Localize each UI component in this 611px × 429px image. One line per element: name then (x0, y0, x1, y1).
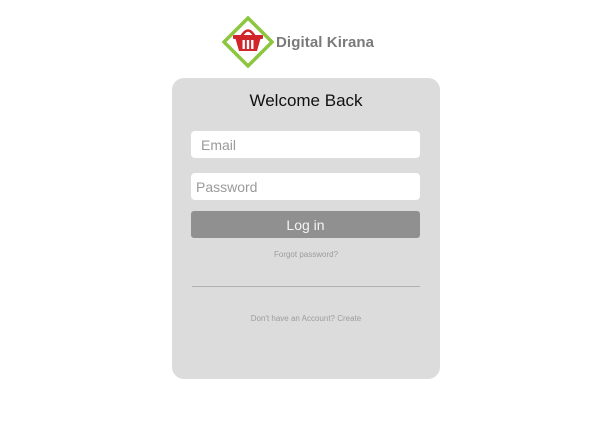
login-page: Digital Kirana Welcome Back Log in Forgo… (0, 0, 611, 429)
login-button[interactable]: Log in (191, 211, 420, 238)
signup-prompt: Don't have an Account? Create (172, 314, 440, 323)
login-card: Welcome Back Log in Forgot password? Don… (172, 78, 440, 379)
signup-prompt-text: Don't have an Account? (250, 314, 335, 323)
basket-diamond-logo-icon (222, 16, 274, 68)
create-account-link[interactable]: Create (337, 314, 361, 323)
brand-header: Digital Kirana (222, 16, 374, 68)
brand-name: Digital Kirana (276, 33, 375, 51)
welcome-title: Welcome Back (249, 91, 363, 110)
divider (192, 286, 420, 287)
password-input[interactable] (191, 173, 420, 200)
forgot-password-link[interactable]: Forgot password? (172, 250, 440, 259)
email-input[interactable] (191, 131, 420, 158)
